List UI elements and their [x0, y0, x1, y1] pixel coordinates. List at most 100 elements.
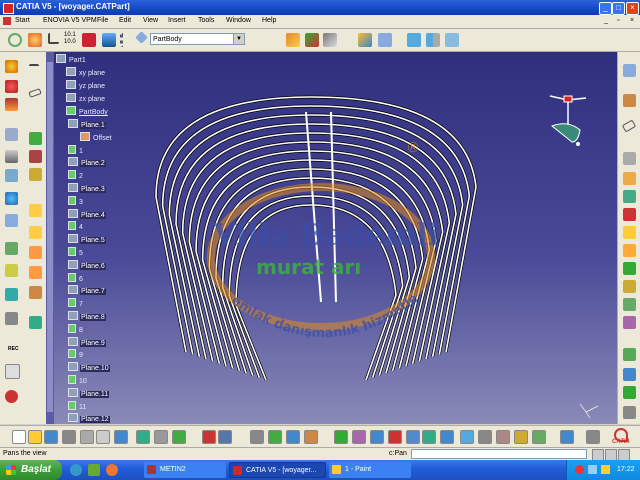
- close-button[interactable]: ×: [626, 2, 639, 15]
- stop-record-icon[interactable]: [5, 390, 18, 403]
- redo-icon[interactable]: [154, 430, 168, 444]
- undo-icon[interactable]: [136, 430, 150, 444]
- knowledge-icon[interactable]: [323, 33, 337, 47]
- ie-quicklaunch-icon[interactable]: [70, 464, 82, 476]
- formula-icon[interactable]: [358, 33, 372, 47]
- menu-view[interactable]: View: [143, 17, 158, 24]
- sweep-icon[interactable]: [623, 208, 636, 221]
- paste-icon[interactable]: [114, 430, 128, 444]
- tree-item-plane[interactable]: Plane.6: [68, 259, 106, 271]
- material-icon[interactable]: [514, 430, 528, 444]
- desktop-quicklaunch-icon[interactable]: [88, 464, 100, 476]
- boolean-icon[interactable]: [29, 204, 42, 217]
- pocket-icon[interactable]: [5, 80, 18, 93]
- tree-part-root[interactable]: Part1: [56, 54, 87, 65]
- tray-volume-icon[interactable]: [601, 465, 610, 474]
- view-mode-icon[interactable]: [460, 430, 474, 444]
- swap-icon[interactable]: [496, 430, 510, 444]
- doc-close-button[interactable]: ×: [630, 17, 634, 24]
- parameter-icon[interactable]: [304, 430, 318, 444]
- tree-item-plane[interactable]: Plane.11: [68, 387, 110, 399]
- offset-icon[interactable]: [623, 298, 636, 311]
- hide-show-icon[interactable]: [623, 94, 636, 107]
- constraint-icon[interactable]: [102, 33, 116, 47]
- pattern-icon[interactable]: [29, 132, 42, 145]
- media-quicklaunch-icon[interactable]: [106, 464, 118, 476]
- tree-xy-plane[interactable]: xy plane: [66, 67, 106, 78]
- shaft-icon[interactable]: [5, 98, 18, 111]
- task-catia[interactable]: CATIA V5 - [woyager...: [229, 462, 326, 478]
- menu-help[interactable]: Help: [262, 17, 276, 24]
- join-icon[interactable]: [623, 190, 636, 203]
- shell-icon[interactable]: [5, 264, 18, 277]
- tree-item-plane[interactable]: Plane.1: [68, 119, 106, 130]
- tree-item-plane[interactable]: Plane.4: [68, 208, 106, 220]
- tree-item-sketch[interactable]: 2: [68, 170, 84, 181]
- slot-icon[interactable]: [5, 169, 18, 182]
- menu-start[interactable]: Start: [15, 17, 30, 24]
- tree-scroll-thumb[interactable]: [47, 62, 53, 412]
- save-icon[interactable]: [44, 430, 58, 444]
- minimize-button[interactable]: _: [599, 2, 612, 15]
- surface-icon[interactable]: [623, 172, 636, 185]
- hide-show-icon[interactable]: [478, 430, 492, 444]
- chevron-down-icon[interactable]: ▼: [233, 34, 244, 44]
- menu-window[interactable]: Window: [226, 17, 251, 24]
- quick-view-icon[interactable]: [440, 430, 454, 444]
- update-icon[interactable]: [8, 33, 22, 47]
- intersect-icon[interactable]: [29, 266, 42, 279]
- transform-icon[interactable]: [29, 316, 42, 329]
- menu-tools[interactable]: Tools: [198, 17, 214, 24]
- tree-toggle-icon[interactable]: [250, 430, 264, 444]
- doc-minimize-button[interactable]: _: [604, 17, 608, 24]
- compass-widget[interactable]: [544, 92, 589, 152]
- document-menu-icon[interactable]: [3, 17, 11, 25]
- line-icon[interactable]: [29, 64, 39, 68]
- multi-section-icon[interactable]: [623, 316, 636, 329]
- macro-icon[interactable]: [5, 364, 20, 379]
- tree-item-sketch[interactable]: 7: [68, 298, 84, 309]
- print-icon[interactable]: [62, 430, 76, 444]
- tree-item-plane[interactable]: Plane.5: [68, 234, 106, 245]
- tree-zx-plane[interactable]: zx plane: [66, 93, 106, 104]
- menu-file[interactable]: File: [97, 17, 108, 24]
- point-icon[interactable]: [623, 152, 636, 165]
- tree-item-param[interactable]: Offset: [80, 131, 113, 143]
- menu-enovia[interactable]: ENOVIA V5 VPM: [43, 17, 97, 24]
- apply-material-icon[interactable]: [623, 348, 636, 361]
- datum-icon[interactable]: [445, 33, 459, 47]
- formula-icon[interactable]: [202, 430, 216, 444]
- tray-antivirus-icon[interactable]: [575, 465, 584, 474]
- edit-part-icon[interactable]: [135, 31, 148, 44]
- hole-icon[interactable]: [5, 128, 18, 141]
- pan-icon[interactable]: [352, 430, 366, 444]
- start-button[interactable]: Başlat: [0, 460, 62, 480]
- tree-item-sketch[interactable]: 3: [68, 195, 84, 207]
- tree-item-plane[interactable]: Plane.8: [68, 311, 106, 322]
- revolve-icon[interactable]: [623, 280, 636, 293]
- task-paint[interactable]: 1 - Paint: [329, 462, 411, 478]
- grid-snap-icon[interactable]: [120, 33, 129, 47]
- current-body-select[interactable]: PartBody ▼: [150, 33, 245, 45]
- tree-item-plane[interactable]: Plane.2: [68, 157, 106, 168]
- draft-icon[interactable]: [5, 242, 18, 255]
- maximize-button[interactable]: □: [612, 2, 625, 15]
- remove-icon[interactable]: [29, 246, 42, 259]
- tree-scrollbar[interactable]: [46, 52, 54, 424]
- option-icon[interactable]: [586, 430, 600, 444]
- multi-view-icon[interactable]: [560, 430, 574, 444]
- tree-item-plane[interactable]: Plane.7: [68, 285, 106, 296]
- whats-this-icon[interactable]: [172, 430, 186, 444]
- pad-icon[interactable]: [5, 60, 18, 73]
- sketch-plane-icon[interactable]: [407, 33, 421, 47]
- zoom-in-icon[interactable]: [388, 430, 402, 444]
- tree-item-sketch[interactable]: 5: [68, 247, 84, 258]
- normal-view-icon[interactable]: [422, 430, 436, 444]
- options-icon[interactable]: [623, 406, 636, 419]
- new-icon[interactable]: [12, 430, 26, 444]
- copy-icon[interactable]: [96, 430, 110, 444]
- catalog-icon[interactable]: [286, 430, 300, 444]
- command-input[interactable]: [411, 449, 587, 459]
- tree-item-sketch[interactable]: 9: [68, 349, 84, 360]
- thickness-icon[interactable]: [5, 288, 18, 301]
